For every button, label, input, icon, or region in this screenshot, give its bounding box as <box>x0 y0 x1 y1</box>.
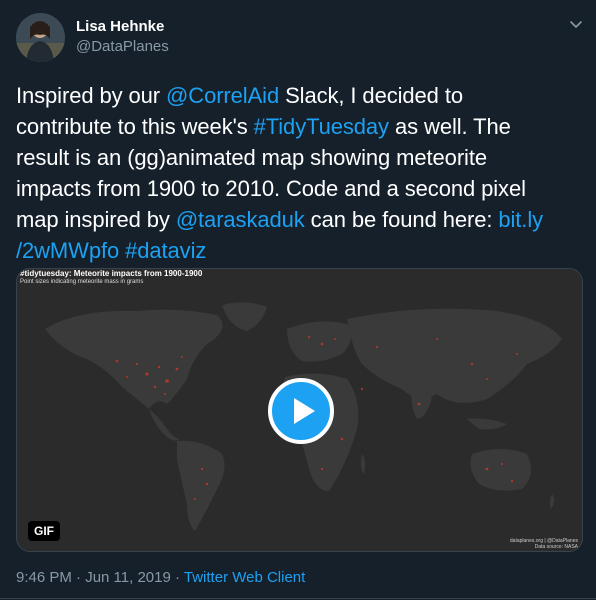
text-segment: as well. The <box>388 114 511 139</box>
author-name[interactable]: Lisa Hehnke <box>76 18 164 35</box>
hashtag-tidytuesday[interactable]: #TidyTuesday <box>254 114 389 139</box>
text-segment: can be found here: <box>304 207 499 232</box>
text-segment: map inspired by <box>16 207 176 232</box>
text-segment: result is an (gg)animated map showing me… <box>16 145 487 170</box>
tweet: Lisa Hehnke @DataPlanes Inspired by our … <box>0 0 596 600</box>
tweet-meta: 9:46 PM · Jun 11, 2019 · Twitter Web Cli… <box>16 569 305 586</box>
text-segment: Slack, I decided to <box>279 83 463 108</box>
avatar[interactable] <box>16 13 65 62</box>
mention-correlaid[interactable]: @CorrelAid <box>166 83 279 108</box>
short-link-cont[interactable]: /2wMWpfo <box>16 238 119 263</box>
author-handle[interactable]: @DataPlanes <box>76 38 169 55</box>
gif-badge: GIF <box>28 521 60 541</box>
timestamp[interactable]: 9:46 PM · Jun 11, 2019 · <box>16 569 184 586</box>
mention-taraskaduk[interactable]: @taraskaduk <box>176 207 305 232</box>
short-link[interactable]: bit.ly <box>498 207 543 232</box>
media-gif[interactable]: #tidytuesday: Meteorite impacts from 190… <box>16 268 583 552</box>
text-segment: contribute to this week's <box>16 114 254 139</box>
text-segment: impacts from 1900 to 2010. Code and a se… <box>16 176 526 201</box>
play-icon[interactable] <box>267 377 335 445</box>
divider <box>0 598 596 599</box>
map-subtitle: Point sizes indicating meteorite mass in… <box>20 279 144 285</box>
chevron-down-icon[interactable] <box>567 16 585 34</box>
map-title: #tidytuesday: Meteorite impacts from 190… <box>20 269 203 278</box>
text-segment: Inspired by our <box>16 83 167 108</box>
hashtag-dataviz[interactable]: #dataviz <box>125 238 206 263</box>
map-data-source: Data source: NASA <box>534 544 578 550</box>
tweet-text: Inspired by our @CorrelAid Slack, I deci… <box>16 80 582 266</box>
client-link[interactable]: Twitter Web Client <box>184 569 305 586</box>
